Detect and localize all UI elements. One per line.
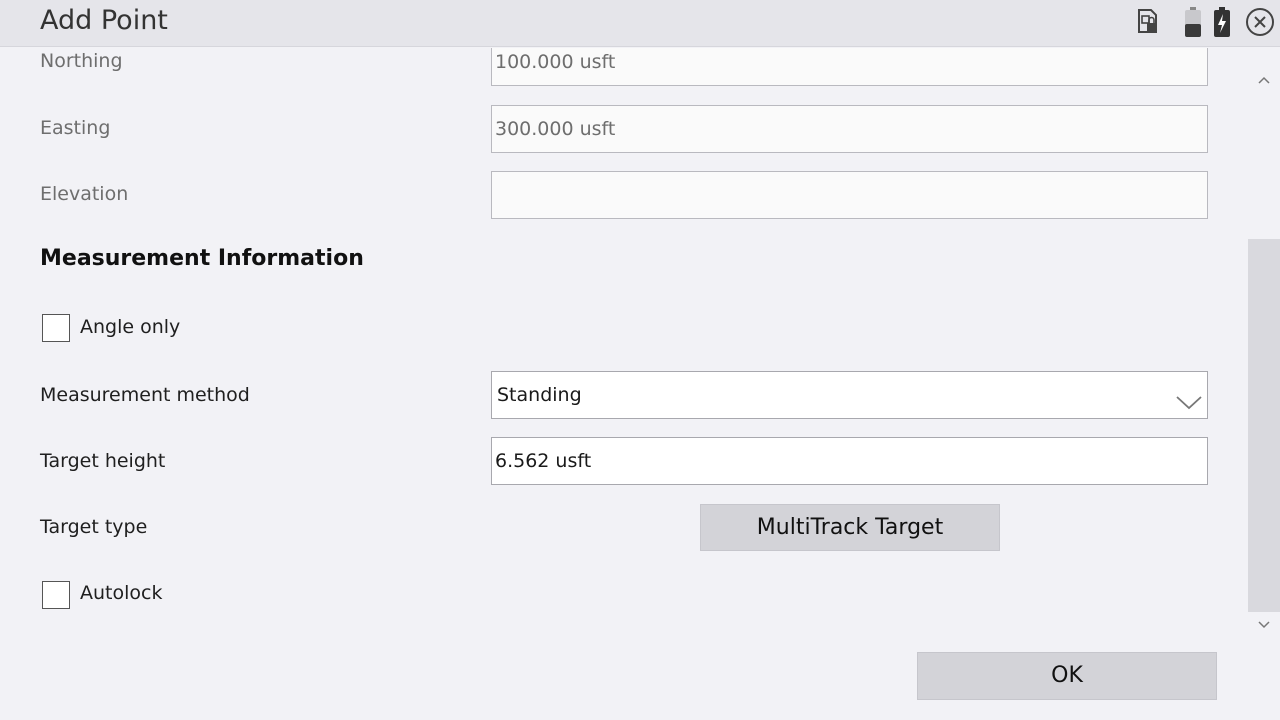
chevron-down-icon <box>1175 384 1203 418</box>
target-height-label: Target height <box>40 450 166 472</box>
close-icon[interactable] <box>1245 7 1275 41</box>
form-scroll-area[interactable]: Northing 100.000 usft Easting 300.000 us… <box>0 48 1246 638</box>
chevron-down-icon[interactable] <box>1257 615 1271 634</box>
vertical-scrollbar[interactable] <box>1248 66 1280 630</box>
battery-charging-icon <box>1212 6 1232 42</box>
sim-lock-icon[interactable] <box>1136 6 1160 40</box>
target-type-label: Target type <box>40 516 148 538</box>
measurement-method-value: Standing <box>497 384 582 406</box>
elevation-field <box>491 171 1208 219</box>
angle-only-checkbox[interactable] <box>42 314 70 342</box>
target-height-input[interactable]: 6.562 usft <box>491 437 1208 485</box>
angle-only-label[interactable]: Angle only <box>80 316 180 338</box>
measurement-method-label: Measurement method <box>40 384 250 406</box>
autolock-checkbox[interactable] <box>42 581 70 609</box>
measurement-section-heading: Measurement Information <box>40 246 364 271</box>
northing-field: 100.000 usft <box>491 48 1208 86</box>
target-type-button[interactable]: MultiTrack Target <box>700 504 1000 551</box>
measurement-method-select[interactable]: Standing <box>491 371 1208 419</box>
northing-label: Northing <box>40 50 123 72</box>
autolock-label[interactable]: Autolock <box>80 582 162 604</box>
title-bar: Add Point <box>0 0 1280 47</box>
scrollbar-thumb[interactable] <box>1248 239 1280 612</box>
ok-button[interactable]: OK <box>917 652 1217 700</box>
window-title: Add Point <box>40 5 168 36</box>
chevron-up-icon[interactable] <box>1257 70 1271 89</box>
elevation-label: Elevation <box>40 183 129 205</box>
easting-field: 300.000 usft <box>491 105 1208 153</box>
battery-low-icon <box>1183 6 1203 42</box>
easting-label: Easting <box>40 117 111 139</box>
